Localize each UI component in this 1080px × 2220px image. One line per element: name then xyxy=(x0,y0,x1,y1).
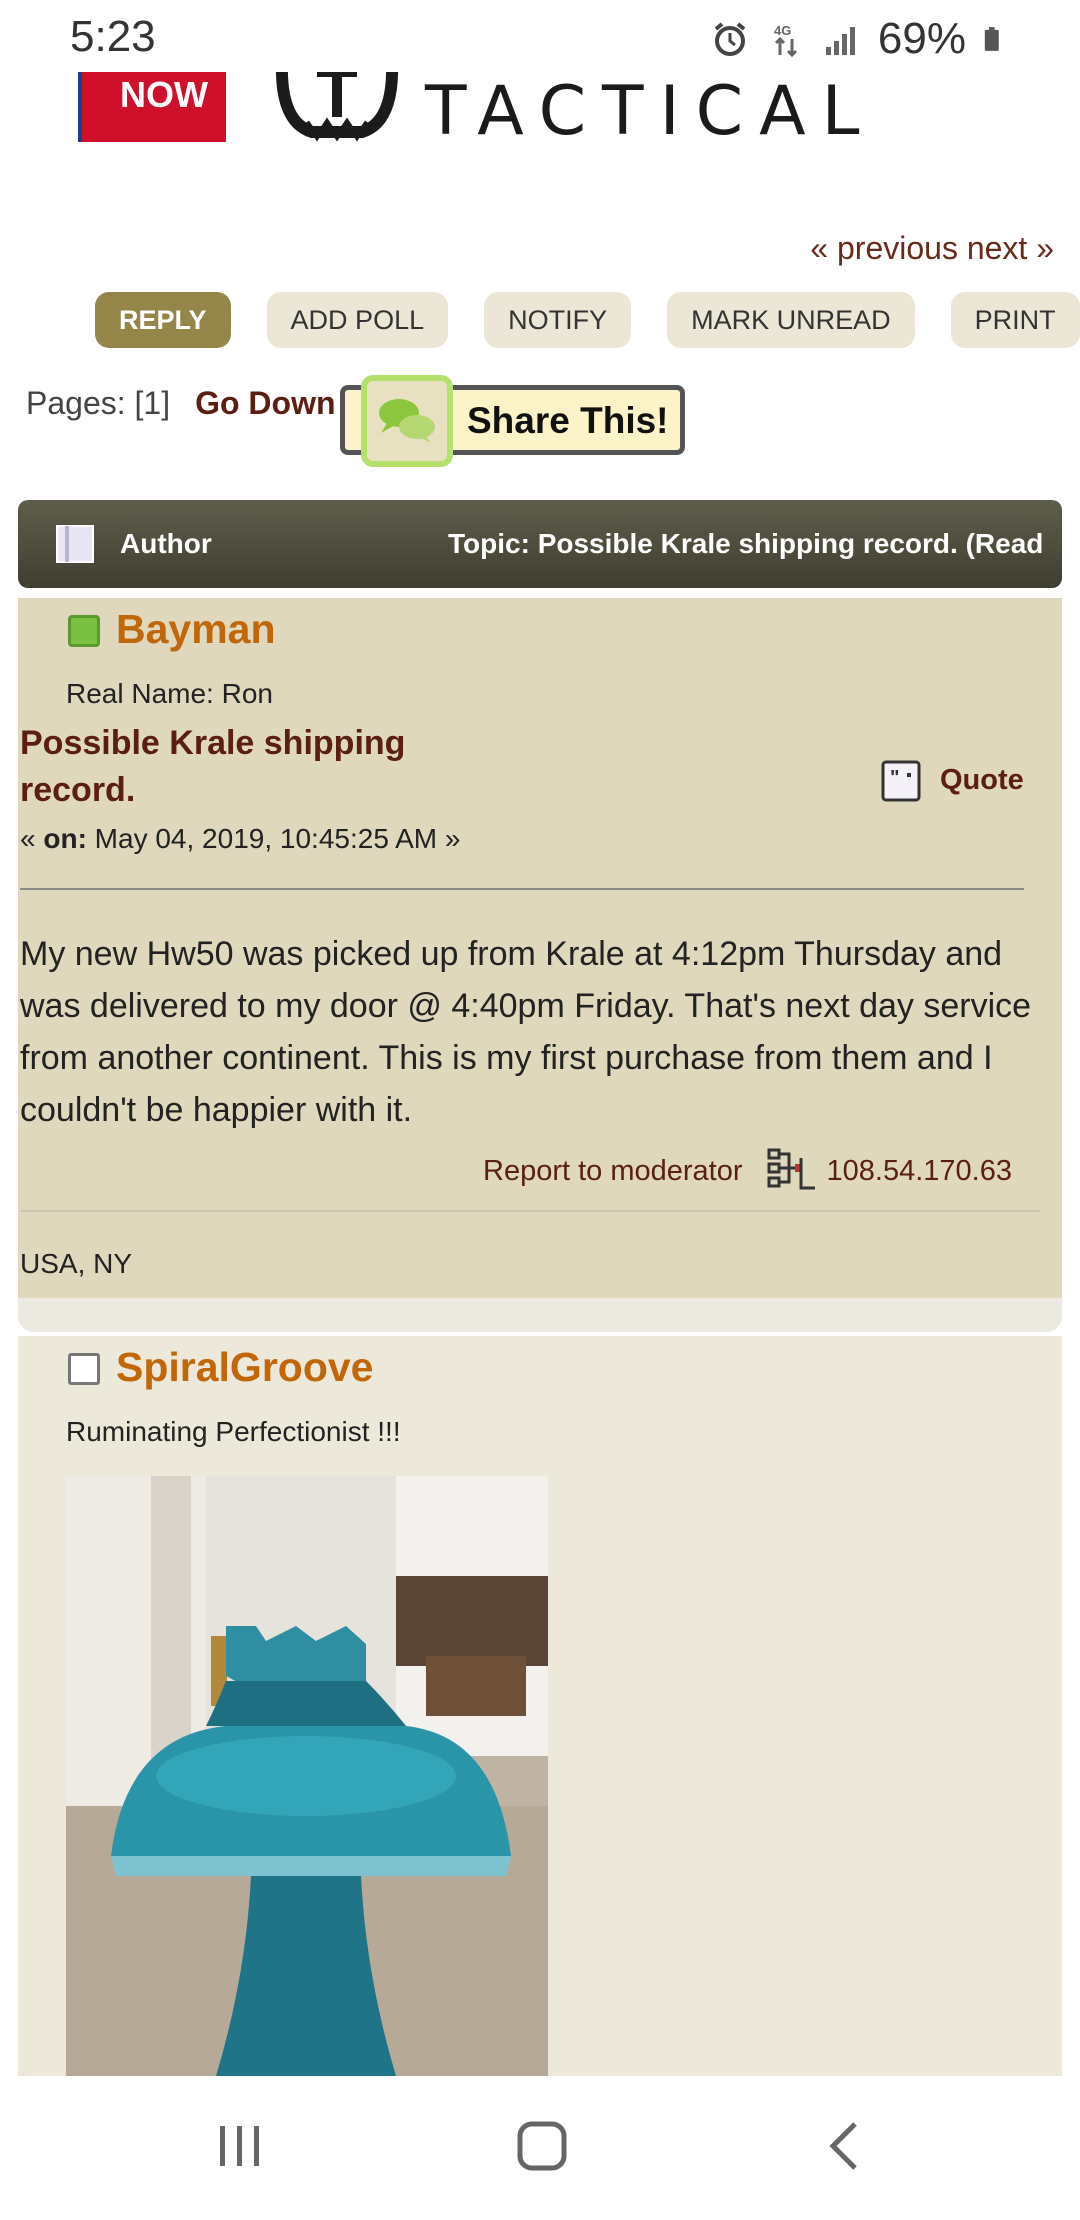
pages-row: Pages: [1] Go Down xyxy=(26,385,336,422)
brand-name: TACTICAL xyxy=(425,72,876,151)
post-subject[interactable]: Possible Krale shipping record. xyxy=(20,720,460,814)
battery-icon xyxy=(984,27,999,51)
ad-banner[interactable]: NOW xyxy=(0,72,226,142)
share-chat-icon xyxy=(361,375,453,467)
post-footer: Report to moderator 108.54.170.63 xyxy=(483,1148,1012,1194)
mark-unread-button[interactable]: MARK UNREAD xyxy=(667,292,915,348)
back-icon[interactable] xyxy=(815,2116,875,2176)
notify-button[interactable]: NOTIFY xyxy=(484,292,632,348)
go-down-link[interactable]: Go Down xyxy=(195,385,335,422)
signal-icon xyxy=(825,27,855,55)
online-status-icon xyxy=(68,615,100,647)
post: SpiralGroove Ruminating Perfectionist !!… xyxy=(18,1336,1062,2076)
document-icon xyxy=(56,525,94,563)
topic-header: Author Topic: Possible Krale shipping re… xyxy=(18,500,1062,588)
post-body: My new Hw50 was picked up from Krale at … xyxy=(20,935,1032,1129)
topic-title: Topic: Possible Krale shipping record. (… xyxy=(448,528,1044,559)
alarm-icon xyxy=(714,22,746,56)
post: Bayman Real Name: Ron Possible Krale shi… xyxy=(18,598,1062,1298)
quote-icon: " xyxy=(881,760,921,802)
brand-logo-icon xyxy=(275,72,399,142)
add-poll-button[interactable]: ADD POLL xyxy=(266,292,449,348)
data-4g-icon: 4G xyxy=(774,23,797,58)
signature-divider xyxy=(20,1210,1040,1212)
quote-label: Quote xyxy=(940,763,1024,796)
post-date-text: May 04, 2019, 10:45:25 AM » xyxy=(86,823,461,854)
poster-name[interactable]: Bayman xyxy=(116,606,276,653)
status-icons: 4G 69% xyxy=(710,14,1010,64)
ad-flag-part xyxy=(0,72,82,142)
recent-apps-icon[interactable] xyxy=(210,2116,270,2176)
post-date: « on: May 04, 2019, 10:45:25 AM » xyxy=(20,823,460,855)
share-button[interactable]: Share This! xyxy=(340,375,685,467)
post-date-on: on: xyxy=(43,823,87,854)
topic-action-buttons: REPLY ADD POLL NOTIFY MARK UNREAD PRINT xyxy=(95,292,1080,348)
reply-button[interactable]: REPLY xyxy=(95,292,231,348)
status-time: 5:23 xyxy=(70,12,156,61)
post-divider xyxy=(20,888,1024,890)
battery-percent: 69% xyxy=(877,14,966,63)
print-button[interactable]: PRINT xyxy=(950,292,1080,348)
report-to-moderator-link[interactable]: Report to moderator xyxy=(483,1155,743,1188)
android-nav-bar xyxy=(0,2076,1080,2220)
poster-real-name: Real Name: Ron xyxy=(66,678,273,709)
svg-text:4G: 4G xyxy=(774,23,791,38)
post-bottom-edge xyxy=(18,1298,1062,1332)
share-label: Share This! xyxy=(467,400,669,441)
prev-next-links[interactable]: « previous next » xyxy=(810,230,1054,267)
avatar xyxy=(66,1476,548,2076)
glass-insulator-photo xyxy=(66,1476,548,2076)
offline-status-icon xyxy=(68,1353,100,1385)
home-icon[interactable] xyxy=(512,2116,572,2176)
ip-address: 108.54.170.63 xyxy=(826,1154,1012,1187)
poster-title: Ruminating Perfectionist !!! xyxy=(66,1416,401,1447)
poster-location: USA, NY xyxy=(20,1248,133,1279)
status-bar: 5:23 4G 69% xyxy=(0,0,1080,72)
svg-text:": " xyxy=(890,767,899,789)
post-date-prefix: « xyxy=(20,823,44,854)
pages-label[interactable]: Pages: [1] xyxy=(26,385,170,422)
poster-name[interactable]: SpiralGroove xyxy=(116,1344,373,1391)
author-column-header: Author xyxy=(120,528,212,559)
site-banner[interactable]: NOW TACTICAL xyxy=(0,72,1080,152)
ip-network-icon xyxy=(767,1148,815,1190)
quote-button[interactable]: " Quote xyxy=(880,756,1024,804)
ad-text: NOW xyxy=(120,74,208,115)
